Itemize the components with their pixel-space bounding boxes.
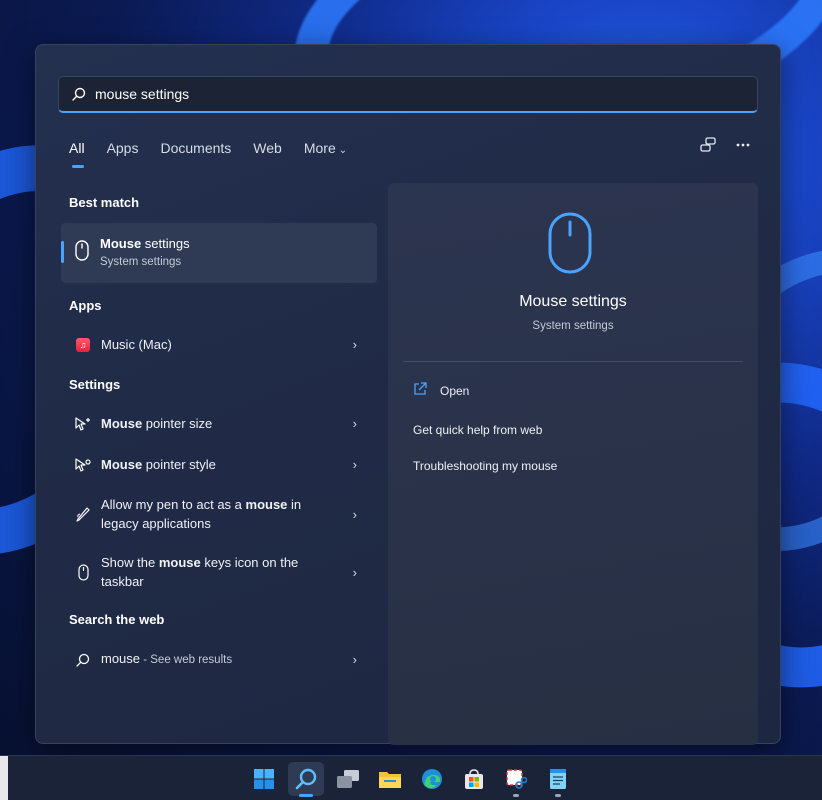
setting-label: Mouse pointer size <box>101 414 326 433</box>
web-query: mouse <box>101 651 141 666</box>
search-input[interactable] <box>95 86 695 102</box>
snipping-tool-icon <box>506 769 527 789</box>
edge-button[interactable] <box>414 762 450 796</box>
setting-label-bold: Mouse <box>101 416 143 431</box>
chevron-right-icon: › <box>352 416 357 431</box>
search-box[interactable] <box>58 76 758 113</box>
edge-icon <box>422 769 442 789</box>
search-button[interactable] <box>288 762 324 797</box>
chevron-right-icon: › <box>352 337 357 352</box>
start-button[interactable] <box>246 762 282 796</box>
list-item-music[interactable]: ♫ Music (Mac) › <box>61 335 377 354</box>
taskbar <box>0 755 822 800</box>
list-item-pen-as-mouse[interactable]: Allow my pen to act as a mouse in legacy… <box>61 495 377 533</box>
snipping-tool-button[interactable] <box>498 762 534 797</box>
tab-apps[interactable]: Apps <box>107 140 139 156</box>
notepad-button[interactable] <box>540 762 576 797</box>
list-item-pointer-size[interactable]: Mouse pointer size › <box>61 414 377 433</box>
web-result-label: mouse - See web results <box>101 649 326 670</box>
list-item-pointer-style[interactable]: Mouse pointer style › <box>61 455 377 474</box>
more-options-icon[interactable] <box>736 137 750 158</box>
setting-label-bold: mouse <box>158 555 201 570</box>
best-match-title: Mouse settings <box>100 236 190 251</box>
start-icon <box>254 769 274 789</box>
setting-label-pre: Show the <box>101 555 159 570</box>
setting-label: Mouse pointer style <box>101 455 326 474</box>
tab-all[interactable]: All <box>69 140 85 168</box>
pointer-style-icon <box>75 457 91 472</box>
section-apps: Apps <box>69 298 102 313</box>
open-action[interactable]: Open <box>413 382 469 399</box>
task-view-icon <box>337 770 359 788</box>
pointer-size-icon <box>75 416 90 431</box>
preview-pane: Mouse settings System settings Open Get … <box>388 183 758 745</box>
setting-label-post: pointer style <box>142 457 216 472</box>
chevron-right-icon: › <box>352 652 357 667</box>
chevron-right-icon: › <box>352 457 357 472</box>
section-best-match: Best match <box>69 195 140 210</box>
search-icon <box>72 87 86 101</box>
taskbar-edge <box>0 756 8 800</box>
best-match-title-rest: settings <box>141 236 190 251</box>
setting-label-bold: mouse <box>245 497 288 512</box>
best-match-subtitle: System settings <box>100 256 182 268</box>
store-button[interactable] <box>456 762 492 796</box>
active-indicator <box>299 794 313 797</box>
app-label: Music (Mac) <box>101 337 172 352</box>
quick-help-action[interactable]: Get quick help from web <box>413 423 542 437</box>
chevron-right-icon: › <box>352 506 357 522</box>
open-label: Open <box>440 383 470 398</box>
setting-label-pre: Allow my pen to act as a <box>101 497 246 512</box>
setting-label: Allow my pen to act as a mouse in legacy… <box>101 495 326 533</box>
store-icon <box>465 769 483 789</box>
list-item-web-search[interactable]: mouse - See web results › <box>61 649 377 670</box>
notepad-icon <box>550 769 566 789</box>
file-explorer-button[interactable] <box>372 762 408 796</box>
tab-more[interactable]: More ⌄ <box>304 140 347 156</box>
taskbar-icons <box>246 762 576 797</box>
setting-label: Show the mouse keys icon on the taskbar <box>101 553 326 591</box>
search-panel: All Apps Documents Web More⌄ Best match … <box>35 44 781 745</box>
share-accounts-icon[interactable] <box>700 137 716 158</box>
divider <box>403 361 743 362</box>
running-indicator <box>555 794 561 797</box>
mouse-icon <box>77 563 89 581</box>
best-match-result[interactable]: Mouse settings System settings <box>61 223 377 283</box>
preview-subtitle: System settings <box>532 320 614 332</box>
mouse-icon <box>75 240 89 261</box>
tab-documents[interactable]: Documents <box>160 140 231 156</box>
pen-icon <box>76 507 90 522</box>
top-right-icons <box>700 137 750 158</box>
list-item-mouse-keys[interactable]: Show the mouse keys icon on the taskbar … <box>61 553 377 591</box>
file-explorer-icon <box>379 772 401 788</box>
tab-web[interactable]: Web <box>253 140 282 156</box>
setting-label-bold: Mouse <box>101 457 143 472</box>
open-external-icon <box>413 382 427 399</box>
mouse-icon <box>548 212 592 274</box>
search-icon <box>295 768 317 790</box>
web-suffix: - See web results <box>140 654 233 666</box>
section-search-web: Search the web <box>69 612 165 627</box>
troubleshoot-action[interactable]: Troubleshooting my mouse <box>413 459 557 473</box>
setting-label-post: pointer size <box>142 416 213 431</box>
tab-more-label: More <box>303 140 336 156</box>
chevron-right-icon: › <box>352 564 357 580</box>
chevron-down-icon: ⌄ <box>338 145 348 156</box>
running-indicator <box>513 794 519 797</box>
preview-title: Mouse settings <box>519 293 627 310</box>
section-settings: Settings <box>69 377 121 392</box>
task-view-button[interactable] <box>330 762 366 796</box>
best-match-title-bold: Mouse <box>100 236 142 251</box>
music-icon: ♫ <box>76 337 90 352</box>
search-icon <box>76 653 90 667</box>
filter-tabs: All Apps Documents Web More ⌄ <box>69 140 369 168</box>
